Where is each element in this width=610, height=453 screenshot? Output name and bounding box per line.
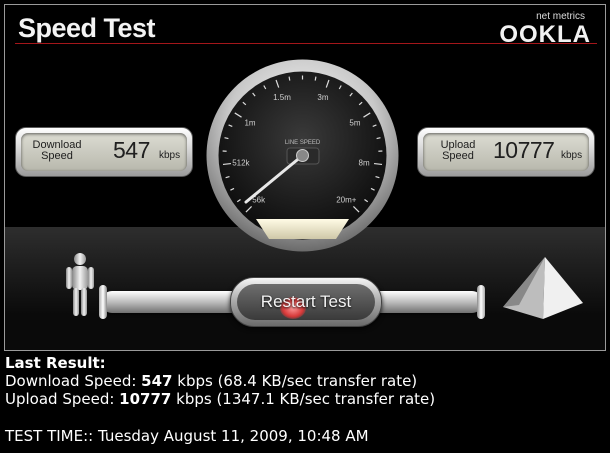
download-result-value: 547 [141,372,173,390]
upload-speed-readout: Upload Speed 10777 kbps [417,127,595,177]
gauge-scale-label: 8m [359,158,370,167]
gauge-scale-label: 512k [232,158,250,167]
download-speed-unit: kbps [159,150,181,161]
upload-result-line: Upload Speed: 10777 kbps (1347.1 KB/sec … [5,390,436,408]
gauge-center-label: LINE SPEED [285,140,321,146]
gauge-scale-label: 5m [349,119,360,128]
upload-result-value: 10777 [119,390,172,408]
pyramid-server-icon [503,257,583,319]
progress-track-left-cap [99,285,107,319]
progress-track-right-cap [477,285,485,319]
restart-test-button[interactable]: Restart Test [230,277,382,327]
gauge-scale-label: 20m+ [336,195,357,204]
logo-wordmark: OOKLA [499,21,591,48]
gauge-hub [296,149,309,162]
person-icon [66,253,94,316]
download-speed-readout: Download Speed 547 kbps [15,127,193,177]
upload-label-line2: Speed [442,150,474,162]
restart-test-label: Restart Test [260,292,352,311]
speed-gauge: 56k512k1m1.5m 3m5m8m20m+ LINE SPEED [206,59,399,252]
gauge-tick [288,76,291,81]
upload-speed-unit: kbps [561,150,583,161]
speed-test-panel: Speed Test net metrics OOKLA 56k512k1m [4,4,606,351]
download-result-line: Download Speed: 547 kbps (68.4 KB/sec tr… [5,372,418,390]
test-time: TEST TIME:: Tuesday August 11, 2009, 10:… [5,427,369,445]
download-label-line2: Speed [41,150,73,162]
last-result-heading: Last Result: [5,354,106,372]
gauge-readout-plate [256,219,349,239]
gauge-scale-label: 1.5m [273,93,291,102]
download-speed-value: 547 [113,137,150,163]
gauge-scale-label: 1m [244,119,255,128]
ookla-logo: net metrics OOKLA [487,11,591,48]
upload-speed-value: 10777 [493,137,555,163]
gauge-tick [314,76,317,81]
panel-title: Speed Test [18,13,156,43]
last-result-section: Last Result: Download Speed: 547 kbps (6… [5,354,435,408]
gauge-scale-label: 3m [317,93,328,102]
